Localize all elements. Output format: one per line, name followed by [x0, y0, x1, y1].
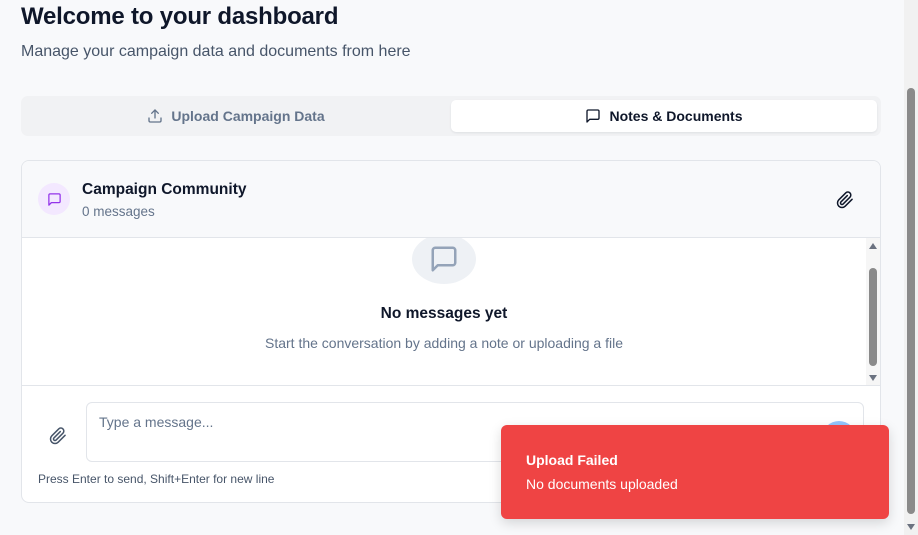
scroll-down-arrow-icon[interactable]: [907, 524, 915, 530]
community-name: Campaign Community: [82, 181, 247, 198]
tab-upload-label: Upload Campaign Data: [171, 108, 325, 124]
chat-header: Campaign Community 0 messages: [22, 161, 880, 238]
toast-title: Upload Failed: [526, 452, 618, 468]
messages-area[interactable]: No messages yet Start the conversation b…: [22, 238, 880, 386]
empty-state-title: No messages yet: [380, 305, 508, 322]
scroll-down-arrow-icon[interactable]: [869, 375, 877, 381]
toast-description: No documents uploaded: [526, 476, 678, 492]
page-scrollbar-thumb[interactable]: [907, 88, 915, 514]
page-title: Welcome to your dashboard: [21, 3, 339, 30]
scrollbar-thumb[interactable]: [869, 268, 877, 366]
avatar: [38, 183, 70, 215]
empty-state-description: Start the conversation by adding a note …: [264, 335, 624, 351]
message-count: 0 messages: [82, 204, 155, 219]
upload-icon: [148, 109, 163, 123]
paperclip-icon[interactable]: [836, 191, 854, 209]
composer-hint: Press Enter to send, Shift+Enter for new…: [38, 472, 275, 486]
empty-state-icon: [412, 238, 476, 284]
tab-notes-label: Notes & Documents: [609, 108, 743, 124]
message-square-icon: [47, 192, 61, 206]
messages-scrollbar[interactable]: [866, 238, 880, 385]
tab-notes-documents[interactable]: Notes & Documents: [451, 100, 877, 132]
page-scrollbar[interactable]: [904, 0, 918, 535]
error-toast[interactable]: Upload Failed No documents uploaded: [501, 425, 889, 519]
paperclip-icon[interactable]: [49, 427, 67, 445]
tab-list: Upload Campaign Data Notes & Documents: [21, 96, 881, 136]
message-square-icon: [431, 246, 457, 272]
tab-upload-campaign-data[interactable]: Upload Campaign Data: [25, 100, 447, 132]
scroll-up-arrow-icon[interactable]: [869, 243, 877, 249]
message-square-icon: [586, 109, 601, 123]
page-subtitle: Manage your campaign data and documents …: [21, 43, 411, 60]
